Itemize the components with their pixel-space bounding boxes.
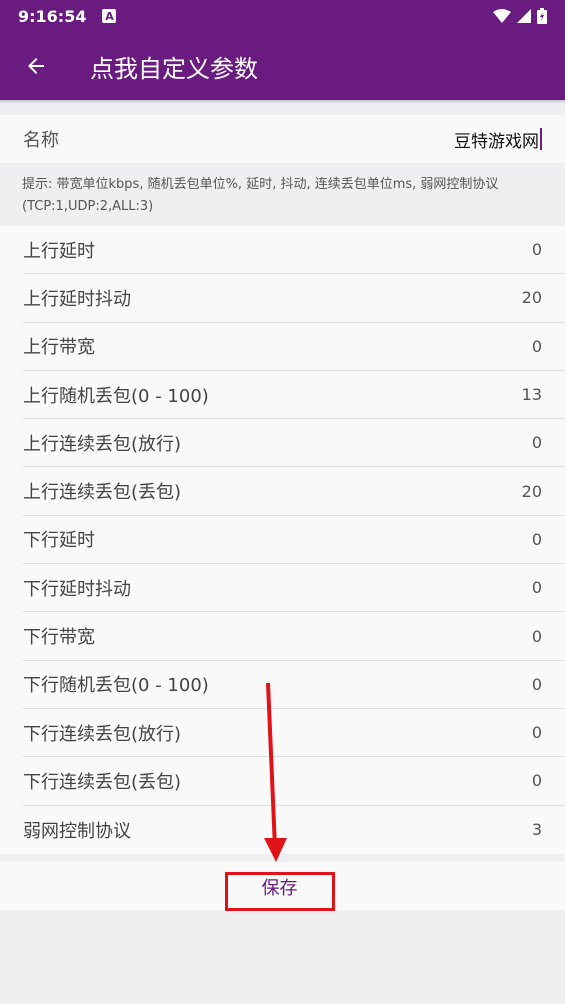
param-row[interactable]: 上行带宽 0 bbox=[23, 323, 565, 371]
param-row[interactable]: 下行连续丢包(放行) 0 bbox=[23, 709, 565, 758]
param-row[interactable]: 上行随机丢包(0 - 100) 13 bbox=[23, 371, 565, 420]
param-value[interactable]: 0 bbox=[532, 771, 542, 790]
param-row[interactable]: 上行连续丢包(放行) 0 bbox=[23, 419, 565, 468]
toolbar: 点我自定义参数 bbox=[0, 32, 565, 100]
param-label: 下行带宽 bbox=[23, 627, 95, 649]
status-bar: 9:16:54 A bbox=[0, 0, 565, 32]
param-value[interactable]: 13 bbox=[522, 385, 542, 404]
param-value[interactable]: 0 bbox=[532, 627, 542, 646]
notification-badge: A bbox=[102, 9, 117, 23]
param-value[interactable]: 0 bbox=[532, 530, 542, 549]
param-row[interactable]: 下行延时 0 bbox=[23, 516, 565, 565]
param-label: 下行延时 bbox=[23, 530, 95, 552]
save-button[interactable]: 保存 bbox=[224, 871, 335, 911]
signal-icon bbox=[517, 9, 531, 23]
param-value[interactable]: 0 bbox=[532, 240, 542, 259]
param-list: 上行延时 0 上行延时抖动 20 上行带宽 0 上行随机丢包(0 - 100) 13 上行连续丢… bbox=[0, 226, 565, 854]
param-label: 上行随机丢包(0 - 100) bbox=[23, 385, 209, 407]
param-value[interactable]: 0 bbox=[532, 578, 542, 597]
param-row[interactable]: 上行连续丢包(丢包) 20 bbox=[23, 467, 565, 516]
name-input[interactable] bbox=[239, 129, 539, 149]
toolbar-shadow bbox=[0, 100, 565, 104]
status-icons bbox=[493, 8, 547, 24]
param-value[interactable]: 0 bbox=[532, 723, 542, 742]
param-value[interactable]: 20 bbox=[522, 482, 542, 501]
param-value[interactable]: 0 bbox=[532, 433, 542, 452]
param-label: 下行连续丢包(丢包) bbox=[23, 771, 182, 793]
param-row[interactable]: 下行延时抖动 0 bbox=[23, 564, 565, 613]
param-label: 弱网控制协议 bbox=[23, 820, 131, 842]
name-row: 名称 bbox=[0, 115, 565, 163]
param-value[interactable]: 0 bbox=[532, 675, 542, 694]
param-label: 下行延时抖动 bbox=[23, 578, 131, 600]
text-cursor bbox=[540, 128, 542, 150]
param-row[interactable]: 下行带宽 0 bbox=[23, 612, 565, 661]
param-row[interactable]: 上行延时抖动 20 bbox=[23, 274, 565, 323]
param-value[interactable]: 0 bbox=[532, 337, 542, 356]
param-value[interactable]: 20 bbox=[522, 288, 542, 307]
param-label: 上行连续丢包(放行) bbox=[23, 433, 182, 455]
param-label: 下行随机丢包(0 - 100) bbox=[23, 675, 209, 697]
param-row[interactable]: 下行随机丢包(0 - 100) 0 bbox=[23, 661, 565, 709]
save-bar: 保存 bbox=[0, 862, 565, 911]
battery-icon bbox=[537, 8, 547, 24]
hint-text: 提示: 带宽单位kbps, 随机丢包单位%, 延时, 抖动, 连续丢包单位ms,… bbox=[22, 177, 499, 214]
param-label: 下行连续丢包(放行) bbox=[23, 723, 182, 745]
param-label: 上行延时抖动 bbox=[23, 288, 131, 310]
param-value[interactable]: 3 bbox=[532, 820, 542, 839]
param-label: 上行带宽 bbox=[23, 337, 95, 359]
name-label: 名称 bbox=[23, 130, 59, 151]
page-title: 点我自定义参数 bbox=[90, 54, 258, 83]
status-time: 9:16:54 bbox=[18, 6, 87, 26]
param-label: 上行连续丢包(丢包) bbox=[23, 482, 182, 504]
param-row[interactable]: 下行连续丢包(丢包) 0 bbox=[23, 757, 565, 806]
param-row[interactable]: 上行延时 0 bbox=[23, 226, 565, 275]
param-label: 上行延时 bbox=[23, 240, 95, 262]
arrow-left-icon[interactable] bbox=[0, 32, 72, 100]
param-row[interactable]: 弱网控制协议 3 bbox=[23, 806, 565, 854]
wifi-icon bbox=[493, 9, 511, 23]
